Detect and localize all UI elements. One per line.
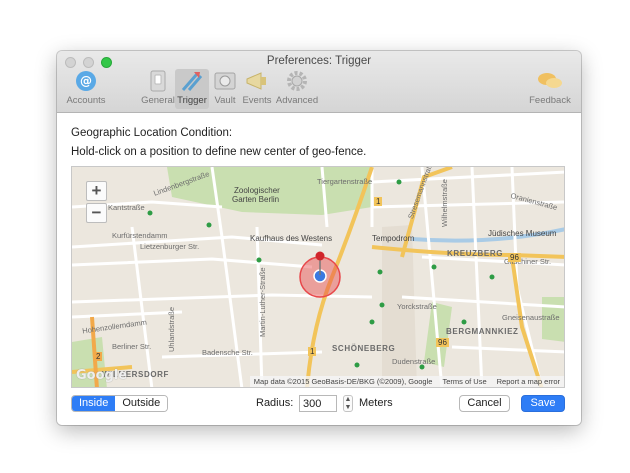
vault-icon: [212, 69, 238, 93]
at-sign-icon: @: [73, 69, 99, 93]
speech-bubbles-icon: [537, 69, 563, 93]
map-label: Lietzenburger Str.: [140, 242, 200, 251]
toolbar-trigger-label: Trigger: [177, 95, 207, 106]
radius-input[interactable]: [299, 395, 337, 412]
zoom-out-button[interactable]: −: [86, 203, 107, 223]
radius-stepper[interactable]: ▲ ▼: [343, 395, 353, 412]
radius-label: Radius:: [256, 397, 294, 409]
toolbar-advanced[interactable]: Advanced: [275, 69, 319, 109]
map-label: Uhlandstraße: [167, 306, 176, 352]
map-label: Wilhelmstraße: [440, 179, 449, 227]
road-shield: 2: [94, 352, 103, 361]
report-map-error-link[interactable]: Report a map error: [497, 377, 560, 386]
map-label: BERGMANNKIEZ: [446, 327, 519, 336]
toolbar-general[interactable]: General: [141, 69, 175, 109]
toolbar-events-label: Events: [242, 95, 272, 106]
titlebar: Preferences: Trigger @ Accounts General …: [57, 51, 581, 113]
map-label: Kaufhaus des Westens: [250, 234, 333, 243]
toolbar-feedback[interactable]: Feedback: [527, 69, 573, 109]
save-button[interactable]: Save: [521, 395, 565, 412]
google-logo: Google: [76, 368, 128, 383]
road-shield: 96: [436, 338, 449, 347]
map-view[interactable]: + − Lindenbergstraße Tiergartenstraße Zo…: [71, 166, 565, 388]
meters-label: Meters: [359, 397, 393, 409]
terms-of-use-link[interactable]: Terms of Use: [442, 377, 486, 386]
map-label: Badensche Str.: [202, 348, 253, 357]
map-label: SCHÖNEBERG: [332, 344, 396, 353]
toolbar-vault-label: Vault: [214, 95, 236, 106]
chevron-down-icon[interactable]: ▼: [345, 404, 352, 412]
toolbar-general-label: General: [141, 95, 175, 106]
map-streets: [72, 167, 564, 387]
cancel-button[interactable]: Cancel: [459, 395, 510, 412]
outside-option[interactable]: Outside: [115, 396, 168, 411]
map-label: Berliner Str.: [112, 342, 152, 351]
map-label: Jüdisches Museum: [488, 229, 557, 238]
map-label: Martin-Luther-Straße: [258, 267, 267, 337]
map-hint: Hold-click on a position to define new c…: [71, 146, 367, 158]
map-pin: [315, 251, 325, 261]
map-label: Dudenstraße: [392, 357, 436, 366]
map-label: Tiergartenstraße: [317, 177, 373, 186]
chevron-up-icon[interactable]: ▲: [345, 396, 352, 404]
toolbar-vault[interactable]: Vault: [210, 69, 240, 109]
geofence-controls: Inside Outside Radius: ▲ ▼ Meters Cancel…: [71, 395, 565, 415]
map-data-credit: Map data ©2015 GeoBasis-DE/BKG (©2009), …: [253, 377, 433, 386]
map-label: Yorckstraße: [397, 302, 437, 311]
inside-outside-toggle[interactable]: Inside Outside: [71, 395, 169, 412]
megaphone-icon: [244, 69, 270, 93]
gear-icon: [284, 69, 310, 93]
road-shield: 1: [308, 347, 317, 356]
preferences-window: Preferences: Trigger @ Accounts General …: [57, 51, 581, 425]
trigger-pane: Geographic Location Condition: Hold-clic…: [57, 113, 581, 425]
svg-text:@: @: [80, 74, 92, 88]
toolbar-trigger[interactable]: Trigger: [175, 69, 209, 109]
toolbar-accounts[interactable]: @ Accounts: [65, 69, 107, 109]
toolbar-accounts-label: Accounts: [66, 95, 106, 106]
toolbar-feedback-label: Feedback: [529, 95, 571, 106]
toolbar-events[interactable]: Events: [240, 69, 274, 109]
map-label: Kantstraße: [108, 203, 145, 212]
map-label: Tempodrom: [372, 234, 415, 243]
switch-icon: [145, 69, 171, 93]
toolbar-advanced-label: Advanced: [275, 95, 319, 106]
map-label: Gneisenaustraße: [502, 313, 560, 322]
map-label: Zoologischer: [234, 186, 280, 195]
road-shield: 96: [508, 253, 521, 262]
zoom-in-button[interactable]: +: [86, 181, 107, 201]
map-label: Garten Berlin: [232, 195, 280, 204]
map-attribution: Map data ©2015 GeoBasis-DE/BKG (©2009), …: [249, 376, 564, 387]
window-title: Preferences: Trigger: [266, 55, 372, 67]
trigger-arrows-icon: [179, 69, 205, 93]
inside-option[interactable]: Inside: [72, 396, 116, 411]
road-shield: 1: [374, 197, 383, 206]
map-label: KREUZBERG: [447, 249, 504, 258]
map-label: Kurfürstendamm: [112, 231, 168, 240]
condition-heading: Geographic Location Condition:: [71, 127, 233, 139]
